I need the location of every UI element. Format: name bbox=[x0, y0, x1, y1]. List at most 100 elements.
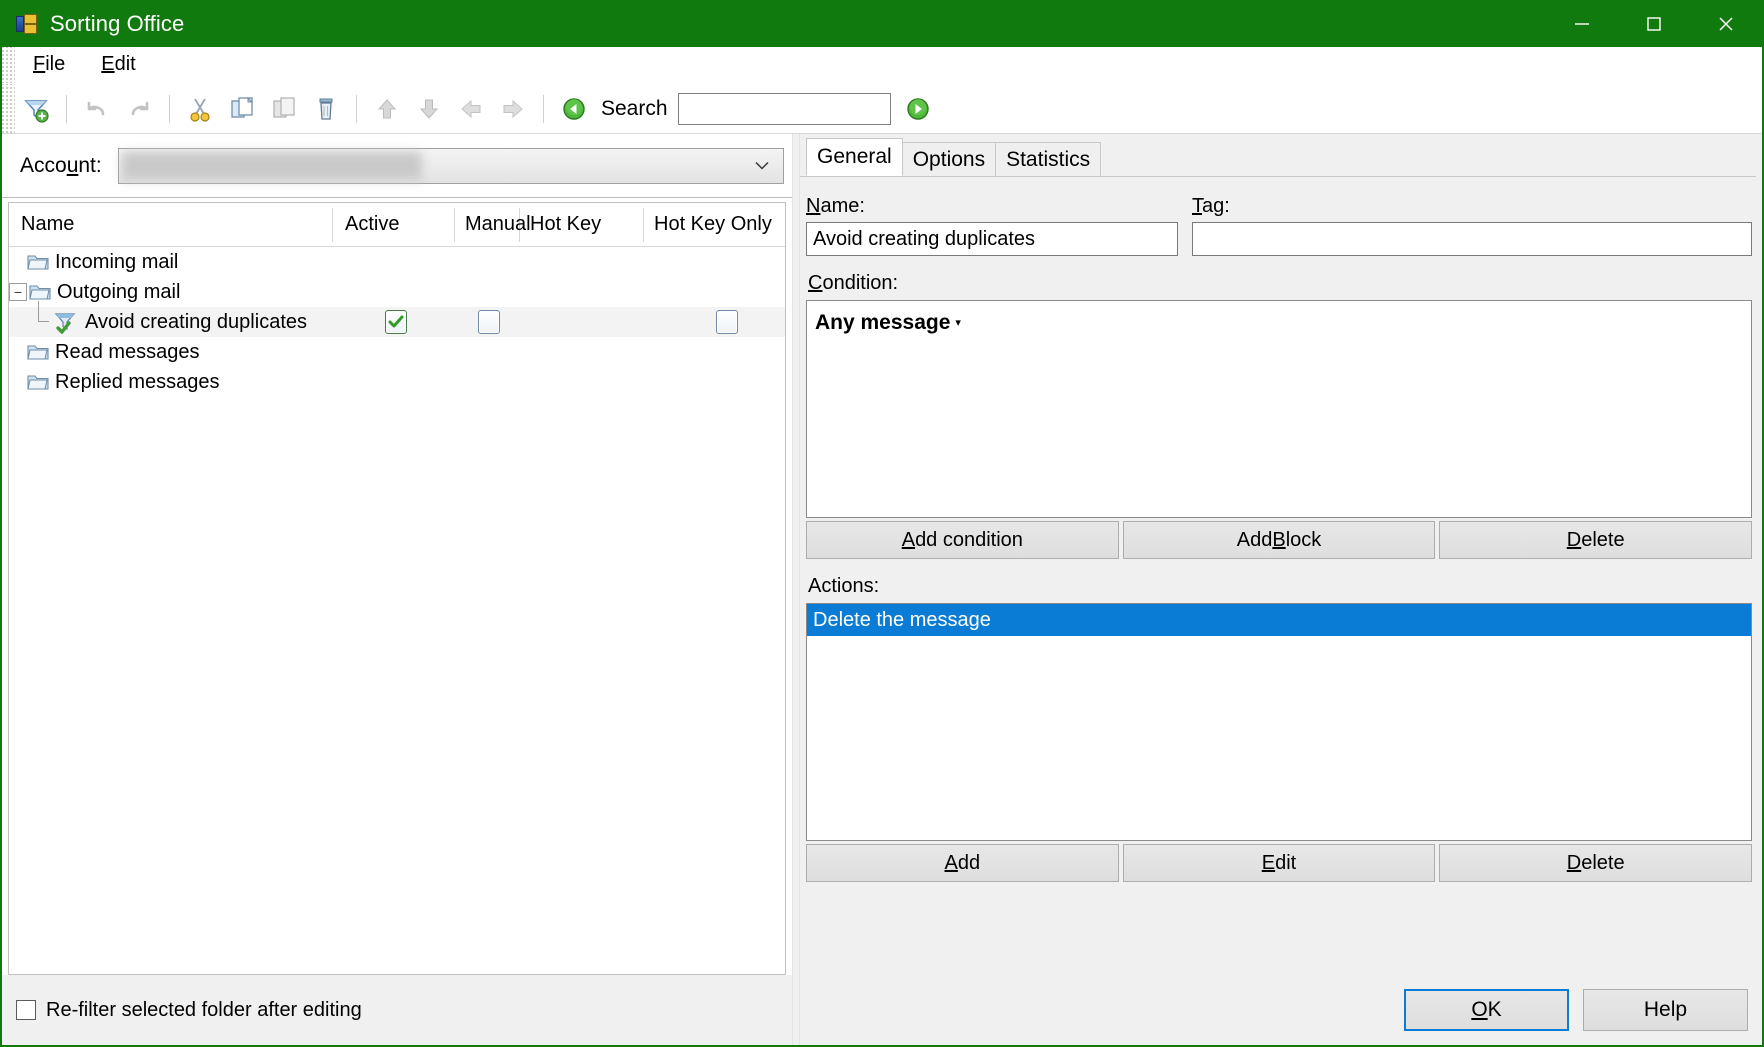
details-tabs: General Options Statistics bbox=[800, 138, 1756, 177]
menu-bar: FFileile EEditdit bbox=[2, 47, 1762, 84]
cell-active[interactable] bbox=[333, 310, 455, 334]
tree-item-label: Outgoing mail bbox=[57, 280, 181, 303]
tab-general[interactable]: General bbox=[806, 138, 903, 176]
close-button[interactable] bbox=[1690, 0, 1762, 47]
table-row[interactable]: Incoming mail bbox=[9, 247, 785, 277]
filter-rule-icon bbox=[53, 311, 79, 334]
add-action-button[interactable]: Add bbox=[806, 844, 1119, 882]
column-header-manual[interactable]: Manual bbox=[455, 207, 531, 242]
window-controls bbox=[1546, 0, 1762, 47]
redo-icon[interactable] bbox=[118, 88, 160, 130]
table-row[interactable]: Replied messages bbox=[9, 367, 785, 397]
refilter-label: Re-filter selected folder after editing bbox=[46, 998, 362, 1021]
cell-manual[interactable] bbox=[455, 310, 520, 334]
delete-icon[interactable] bbox=[305, 88, 347, 130]
name-tag-row: Name: Tag: bbox=[806, 195, 1752, 256]
add-condition-button[interactable]: Add condition bbox=[806, 521, 1119, 559]
maximize-button[interactable] bbox=[1618, 0, 1690, 47]
action-item[interactable]: Delete the message bbox=[807, 604, 1751, 636]
search-input[interactable] bbox=[677, 92, 891, 125]
actions-list[interactable]: Delete the message bbox=[806, 603, 1752, 841]
left-pane: Account: Name Active Manual Hot Key Hot … bbox=[2, 134, 792, 1045]
checkbox-active-checked[interactable] bbox=[385, 310, 407, 334]
chevron-down-icon bbox=[753, 154, 771, 177]
tag-input[interactable] bbox=[1192, 222, 1752, 256]
move-up-icon[interactable] bbox=[366, 88, 408, 130]
help-button[interactable]: Help bbox=[1583, 989, 1748, 1031]
table-row[interactable]: Read messages bbox=[9, 337, 785, 367]
undo-icon[interactable] bbox=[76, 88, 118, 130]
column-header-active[interactable]: Active bbox=[333, 207, 455, 242]
pane-splitter[interactable] bbox=[792, 134, 800, 1045]
dialog-button-row: OK Help bbox=[800, 975, 1756, 1045]
toolbar-gripper[interactable] bbox=[2, 84, 15, 133]
column-header-hot-key[interactable]: Hot Key bbox=[520, 207, 644, 242]
copy-icon[interactable] bbox=[221, 88, 263, 130]
main-body: Account: Name Active Manual Hot Key Hot … bbox=[2, 134, 1762, 1045]
menu-gripper[interactable] bbox=[2, 47, 15, 83]
table-row[interactable]: Avoid creating duplicates bbox=[9, 301, 785, 337]
folder-icon bbox=[27, 373, 49, 391]
window-title: Sorting Office bbox=[50, 10, 185, 36]
account-label: Account: bbox=[20, 153, 102, 177]
folder-icon bbox=[29, 283, 51, 301]
minimize-button[interactable] bbox=[1546, 0, 1618, 47]
tree-header: Name Active Manual Hot Key Hot Key Only bbox=[9, 203, 785, 247]
filter-tree: Name Active Manual Hot Key Hot Key Only bbox=[8, 202, 786, 975]
column-header-name[interactable]: Name bbox=[9, 207, 333, 242]
collapse-toggle-icon[interactable]: − bbox=[9, 283, 27, 301]
tree-item-label: Replied messages bbox=[55, 370, 220, 393]
new-filter-icon[interactable] bbox=[15, 88, 57, 130]
ok-button[interactable]: OK bbox=[1404, 989, 1569, 1031]
cell-hot-key-only[interactable] bbox=[644, 310, 785, 334]
delete-condition-button[interactable]: Delete bbox=[1439, 521, 1753, 559]
name-label: Name: bbox=[806, 195, 865, 217]
name-input[interactable] bbox=[806, 222, 1178, 256]
name-field-group: Name: bbox=[806, 195, 1178, 256]
folder-icon bbox=[27, 253, 49, 271]
app-window: Sorting Office FFileile EEditdit bbox=[0, 0, 1764, 1047]
move-down-icon[interactable] bbox=[408, 88, 450, 130]
toolbar: Search bbox=[2, 84, 1762, 134]
move-left-icon[interactable] bbox=[450, 88, 492, 130]
tab-statistics[interactable]: Statistics bbox=[995, 142, 1102, 176]
search-prev-icon[interactable] bbox=[553, 88, 595, 130]
folder-icon bbox=[27, 343, 49, 361]
add-block-button[interactable]: Add Block bbox=[1122, 521, 1436, 559]
tree-item-label: Read messages bbox=[55, 340, 200, 363]
action-button-row: Add Edit Delete bbox=[806, 844, 1753, 882]
refilter-row: Re-filter selected folder after editing bbox=[2, 975, 792, 1045]
search-next-icon[interactable] bbox=[905, 96, 931, 122]
account-value-redacted bbox=[121, 151, 422, 180]
refilter-checkbox[interactable] bbox=[16, 1000, 36, 1020]
tree-elbow-line bbox=[31, 301, 53, 334]
move-right-icon[interactable] bbox=[492, 88, 534, 130]
title-bar: Sorting Office bbox=[2, 0, 1762, 47]
account-combo[interactable] bbox=[117, 147, 784, 184]
table-row[interactable]: − Outgoing mail bbox=[9, 277, 785, 307]
tree-item-label: Avoid creating duplicates bbox=[85, 310, 307, 333]
chevron-down-icon[interactable]: ▾ bbox=[955, 317, 961, 329]
menu-edit[interactable]: EEditdit bbox=[83, 47, 153, 83]
right-pane: General Options Statistics Name: Tag: Co… bbox=[800, 134, 1762, 1045]
toolbar-separator bbox=[543, 94, 544, 123]
checkbox-hot-key-only-unchecked[interactable] bbox=[716, 310, 738, 334]
search-label: Search bbox=[601, 96, 668, 120]
condition-item[interactable]: Any message ▾ bbox=[815, 311, 1751, 335]
actions-label: Actions: bbox=[808, 575, 880, 597]
condition-list[interactable]: Any message ▾ bbox=[806, 300, 1752, 518]
checkbox-manual-unchecked[interactable] bbox=[478, 310, 500, 334]
tab-options[interactable]: Options bbox=[901, 142, 997, 176]
column-header-hot-key-only[interactable]: Hot Key Only bbox=[644, 208, 794, 242]
edit-action-button[interactable]: Edit bbox=[1122, 844, 1436, 882]
toolbar-separator bbox=[169, 94, 170, 123]
sorting-office-icon bbox=[16, 13, 38, 34]
paste-icon[interactable] bbox=[263, 88, 305, 130]
condition-button-row: Add condition Add Block Delete bbox=[806, 521, 1753, 559]
menu-file[interactable]: FFileile bbox=[15, 47, 83, 83]
tree-item-label: Incoming mail bbox=[55, 250, 179, 273]
cut-icon[interactable] bbox=[179, 88, 221, 130]
delete-action-button[interactable]: Delete bbox=[1439, 844, 1753, 882]
tag-label: Tag: bbox=[1192, 195, 1230, 217]
tree-body: Incoming mail − Outgoing mail Avoid crea… bbox=[9, 247, 785, 974]
